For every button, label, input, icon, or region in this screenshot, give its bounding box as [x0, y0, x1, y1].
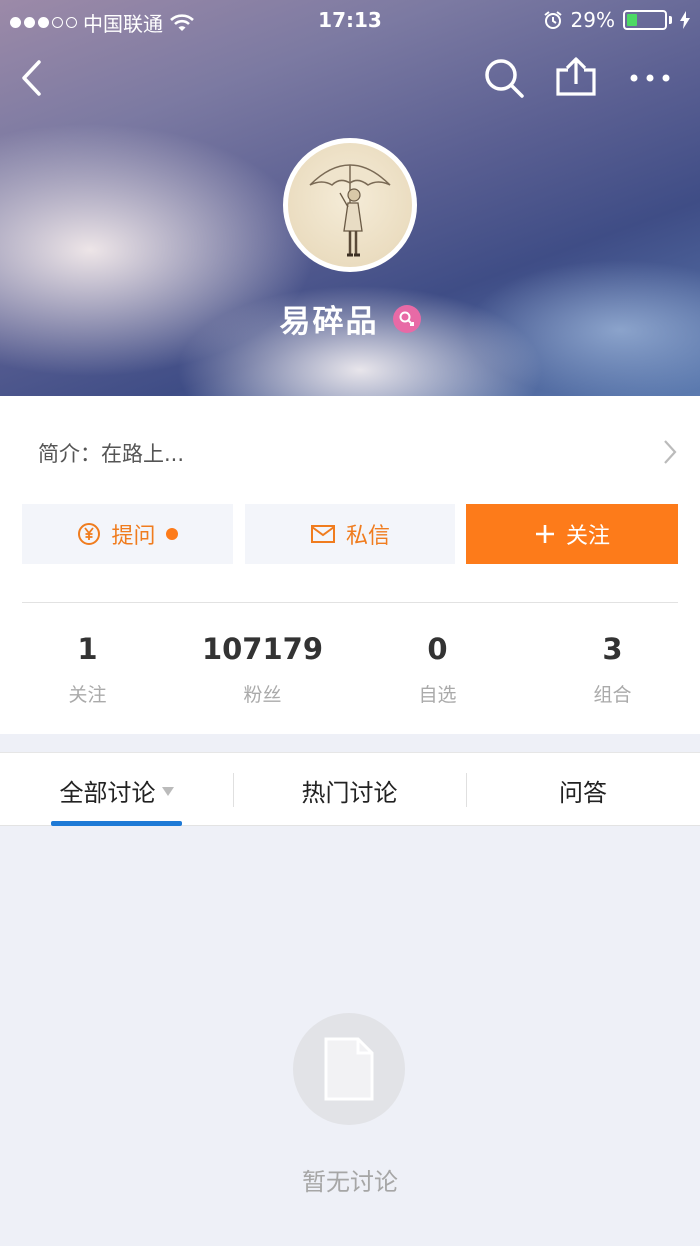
stat-label: 粉丝 [243, 684, 282, 706]
search-icon[interactable] [482, 56, 526, 100]
status-bar: 中国联通 17:13 29% [0, 0, 700, 40]
divider [22, 602, 678, 603]
empty-state-text: 暂无讨论 [302, 1168, 398, 1196]
tab-label: 问答 [559, 778, 607, 807]
username-row: 易碎品 [0, 296, 700, 341]
stat-portfolios[interactable]: 3 组合 [525, 632, 700, 707]
notification-dot [165, 528, 178, 540]
active-tab-indicator [51, 821, 182, 826]
avatar[interactable] [283, 138, 417, 272]
status-right: 29% [543, 8, 690, 32]
tab-qa[interactable]: 问答 [466, 753, 700, 827]
umbrella-girl-illustration [309, 164, 391, 257]
chevron-right-icon[interactable] [662, 438, 678, 466]
stat-following[interactable]: 1 关注 [0, 632, 175, 707]
tab-hot-discussions[interactable]: 热门讨论 [233, 753, 466, 827]
profile-intro[interactable]: 简介：在路上... [38, 438, 184, 468]
back-icon[interactable] [12, 56, 56, 100]
stat-followers[interactable]: 107179 粉丝 [175, 632, 350, 707]
username: 易碎品 [279, 304, 379, 340]
profile-header: 中国联通 17:13 29% 易碎品 [0, 0, 700, 396]
battery-icon [623, 10, 667, 30]
stat-label: 组合 [593, 684, 632, 706]
private-message-button[interactable]: 私信 [245, 504, 455, 564]
private-message-label: 私信 [345, 524, 390, 549]
plus-icon [535, 525, 554, 543]
share-icon[interactable] [554, 56, 598, 100]
stat-value: 107179 [201, 632, 324, 666]
tab-label: 热门讨论 [301, 778, 398, 807]
ask-question-label: 提问 [111, 524, 156, 549]
female-icon [392, 304, 421, 333]
ask-question-button[interactable]: 提问 [22, 504, 233, 564]
empty-state-icon [293, 1013, 405, 1125]
more-icon[interactable] [628, 56, 672, 100]
charging-bolt-icon [680, 11, 690, 29]
tab-all-discussions[interactable]: 全部讨论 [0, 753, 233, 827]
yen-coin-icon [78, 523, 101, 545]
stat-label: 关注 [68, 684, 107, 706]
follow-label: 关注 [565, 524, 610, 549]
stat-value: 1 [77, 632, 98, 666]
envelope-icon [310, 525, 335, 543]
alarm-icon [543, 11, 562, 29]
tab-label: 全部讨论 [59, 778, 156, 807]
profile-info-card: 简介：在路上... 提问 私信 关注 1 关注 107179 粉丝 0 自选 3… [0, 396, 700, 734]
dropdown-caret-icon [161, 786, 174, 796]
document-icon [324, 1037, 374, 1101]
stat-watchlist[interactable]: 0 自选 [350, 632, 525, 707]
follow-button[interactable]: 关注 [466, 504, 678, 564]
battery-percent: 29% [570, 8, 615, 32]
discussion-tabs: 全部讨论 热门讨论 问答 [0, 752, 700, 826]
stat-label: 自选 [418, 684, 457, 706]
stat-value: 3 [602, 632, 623, 666]
stat-value: 0 [427, 632, 448, 666]
